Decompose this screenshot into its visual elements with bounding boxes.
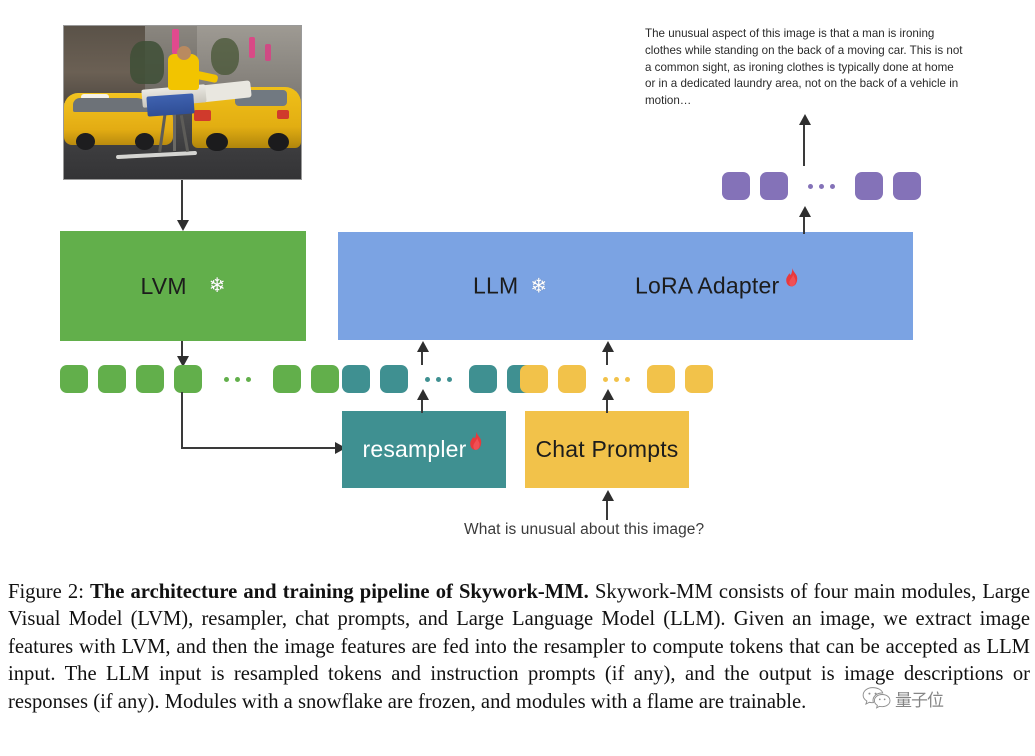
arrow-question-to-chat-prompts bbox=[602, 490, 614, 520]
ellipsis-dots bbox=[788, 183, 855, 189]
token bbox=[520, 365, 548, 393]
chat-prompts-block[interactable]: Chat Prompts bbox=[525, 411, 689, 488]
token bbox=[136, 365, 164, 393]
token bbox=[60, 365, 88, 393]
arrow-output-tokens-to-response-text bbox=[799, 114, 811, 166]
snowflake-icon: ❄ bbox=[208, 275, 226, 297]
token bbox=[558, 365, 586, 393]
flame-icon bbox=[783, 267, 802, 289]
token bbox=[722, 172, 750, 200]
token bbox=[311, 365, 339, 393]
caption-figure-number: Figure 2: bbox=[8, 581, 84, 603]
token bbox=[273, 365, 301, 393]
prompt-token-row bbox=[520, 365, 713, 393]
arrow-image-tokens-to-resampler bbox=[178, 392, 353, 457]
flame-icon bbox=[467, 431, 486, 453]
arrow-resampled-tokens-to-llm bbox=[417, 341, 429, 365]
token bbox=[174, 365, 202, 393]
arrow-photo-to-lvm bbox=[177, 180, 189, 232]
lora-adapter-label: LoRA Adapter bbox=[635, 272, 780, 299]
ellipsis-dots bbox=[408, 376, 469, 382]
token bbox=[893, 172, 921, 200]
watermark-text: 量子位 bbox=[895, 690, 944, 711]
token bbox=[380, 365, 408, 393]
output-token-row bbox=[722, 172, 921, 200]
llm-lora-block[interactable]: LLM ❄ LoRA Adapter bbox=[338, 232, 913, 340]
lvm-block[interactable]: LVM ❄ bbox=[60, 231, 306, 341]
token bbox=[647, 365, 675, 393]
lvm-label: LVM bbox=[140, 272, 187, 299]
caption-bold-title: The architecture and training pipeline o… bbox=[90, 581, 589, 603]
arrow-prompt-tokens-to-llm bbox=[602, 341, 614, 365]
llm-label: LLM bbox=[473, 272, 519, 299]
watermark: 量子位 bbox=[862, 685, 944, 711]
token bbox=[98, 365, 126, 393]
token bbox=[469, 365, 497, 393]
llm-group: LLM ❄ bbox=[473, 273, 547, 300]
ellipsis-dots bbox=[586, 376, 647, 382]
resampler-block[interactable]: resampler bbox=[342, 411, 506, 488]
model-response-text: The unusual aspect of this image is that… bbox=[645, 27, 963, 108]
resampler-label: resampler bbox=[362, 436, 467, 462]
arrow-llm-to-output-tokens bbox=[799, 206, 811, 234]
resampled-token-row bbox=[342, 365, 535, 393]
token bbox=[855, 172, 883, 200]
lora-group: LoRA Adapter bbox=[635, 267, 802, 300]
user-question-text: What is unusual about this image? bbox=[464, 521, 705, 538]
arrow-lvm-to-image-tokens bbox=[177, 341, 189, 367]
figure-diagram: LVM ❄ resampler Chat Prompts What is unu… bbox=[0, 0, 1035, 572]
wechat-icon bbox=[862, 685, 892, 711]
image-feature-token-row bbox=[60, 365, 339, 393]
snowflake-icon: ❄ bbox=[530, 275, 548, 297]
input-image-photo bbox=[63, 25, 302, 180]
ellipsis-dots bbox=[202, 376, 273, 382]
token bbox=[760, 172, 788, 200]
token bbox=[342, 365, 370, 393]
chat-prompts-label: Chat Prompts bbox=[535, 436, 679, 462]
token bbox=[685, 365, 713, 393]
